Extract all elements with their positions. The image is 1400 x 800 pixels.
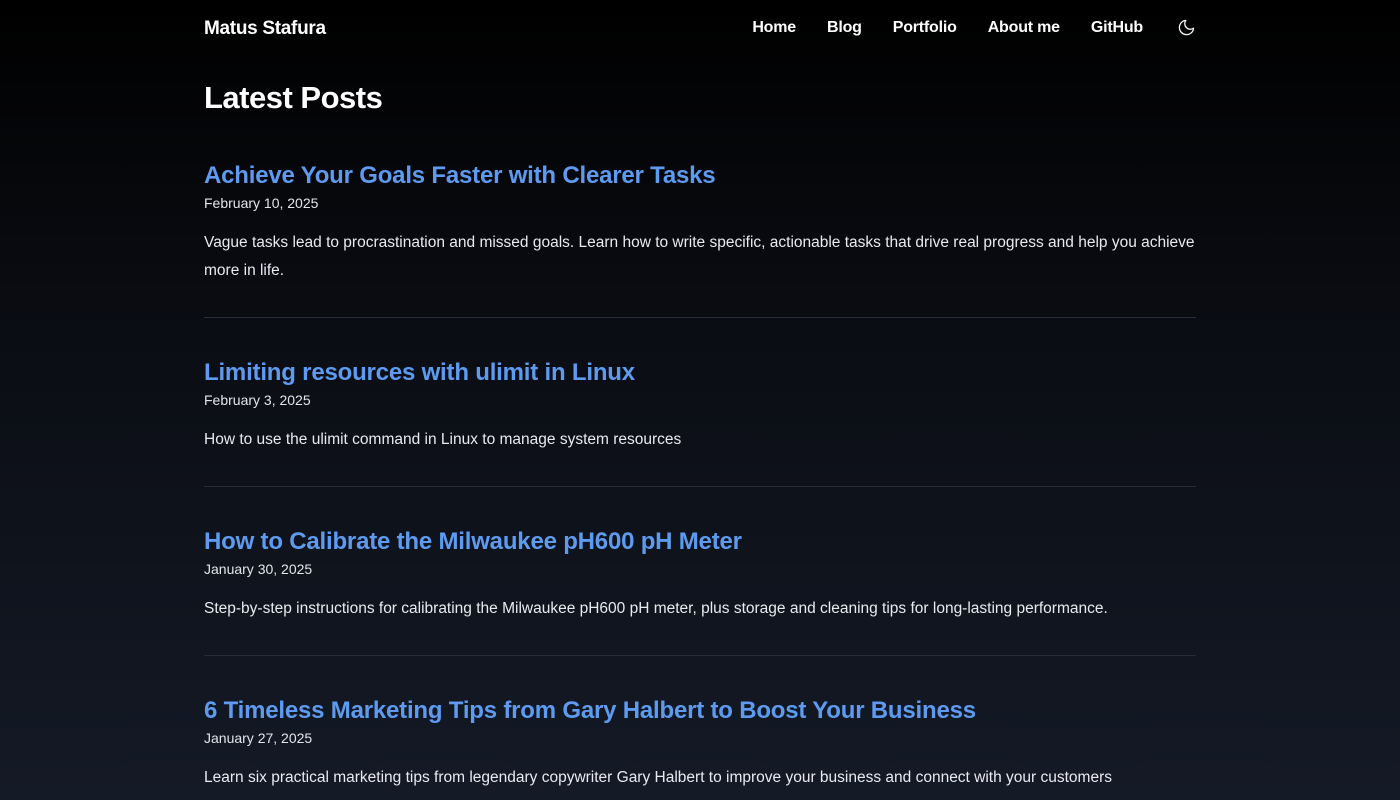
nav-about-me[interactable]: About me	[988, 19, 1060, 37]
nav-portfolio[interactable]: Portfolio	[893, 19, 957, 37]
post-list: Achieve Your Goals Faster with Clearer T…	[204, 161, 1196, 792]
post-title-link[interactable]: Limiting resources with ulimit in Linux	[204, 358, 1196, 388]
post-item: How to Calibrate the Milwaukee pH600 pH …	[204, 487, 1196, 656]
post-title-link[interactable]: 6 Timeless Marketing Tips from Gary Halb…	[204, 696, 1196, 726]
theme-toggle-button[interactable]	[1176, 17, 1196, 37]
page-title: Latest Posts	[204, 80, 383, 115]
post-date: January 30, 2025	[204, 561, 313, 577]
nav-blog[interactable]: Blog	[827, 19, 862, 37]
site-header: Matus Stafura Home Blog Portfolio About …	[204, 0, 1196, 60]
post-item: Limiting resources with ulimit in Linux …	[204, 318, 1196, 487]
post-title-link[interactable]: How to Calibrate the Milwaukee pH600 pH …	[204, 527, 1196, 557]
nav-home[interactable]: Home	[752, 19, 796, 37]
post-description: Vague tasks lead to procrastination and …	[204, 234, 1195, 279]
post-date: February 10, 2025	[204, 195, 319, 211]
moon-icon	[1178, 19, 1194, 35]
post-description: How to use the ulimit command in Linux t…	[204, 431, 682, 448]
post-date: January 27, 2025	[204, 730, 313, 746]
post-date: February 3, 2025	[204, 392, 311, 408]
nav-github[interactable]: GitHub	[1091, 19, 1143, 37]
post-title-link[interactable]: Achieve Your Goals Faster with Clearer T…	[204, 161, 1196, 191]
post-description: Step-by-step instructions for calibratin…	[204, 600, 1108, 617]
post-description: Learn six practical marketing tips from …	[204, 769, 1112, 786]
post-item: 6 Timeless Marketing Tips from Gary Halb…	[204, 656, 1196, 792]
site-brand[interactable]: Matus Stafura	[204, 18, 326, 40]
post-item: Achieve Your Goals Faster with Clearer T…	[204, 161, 1196, 318]
page-container: Matus Stafura Home Blog Portfolio About …	[204, 0, 1196, 786]
main-nav: Home Blog Portfolio About me GitHub	[752, 19, 1196, 37]
